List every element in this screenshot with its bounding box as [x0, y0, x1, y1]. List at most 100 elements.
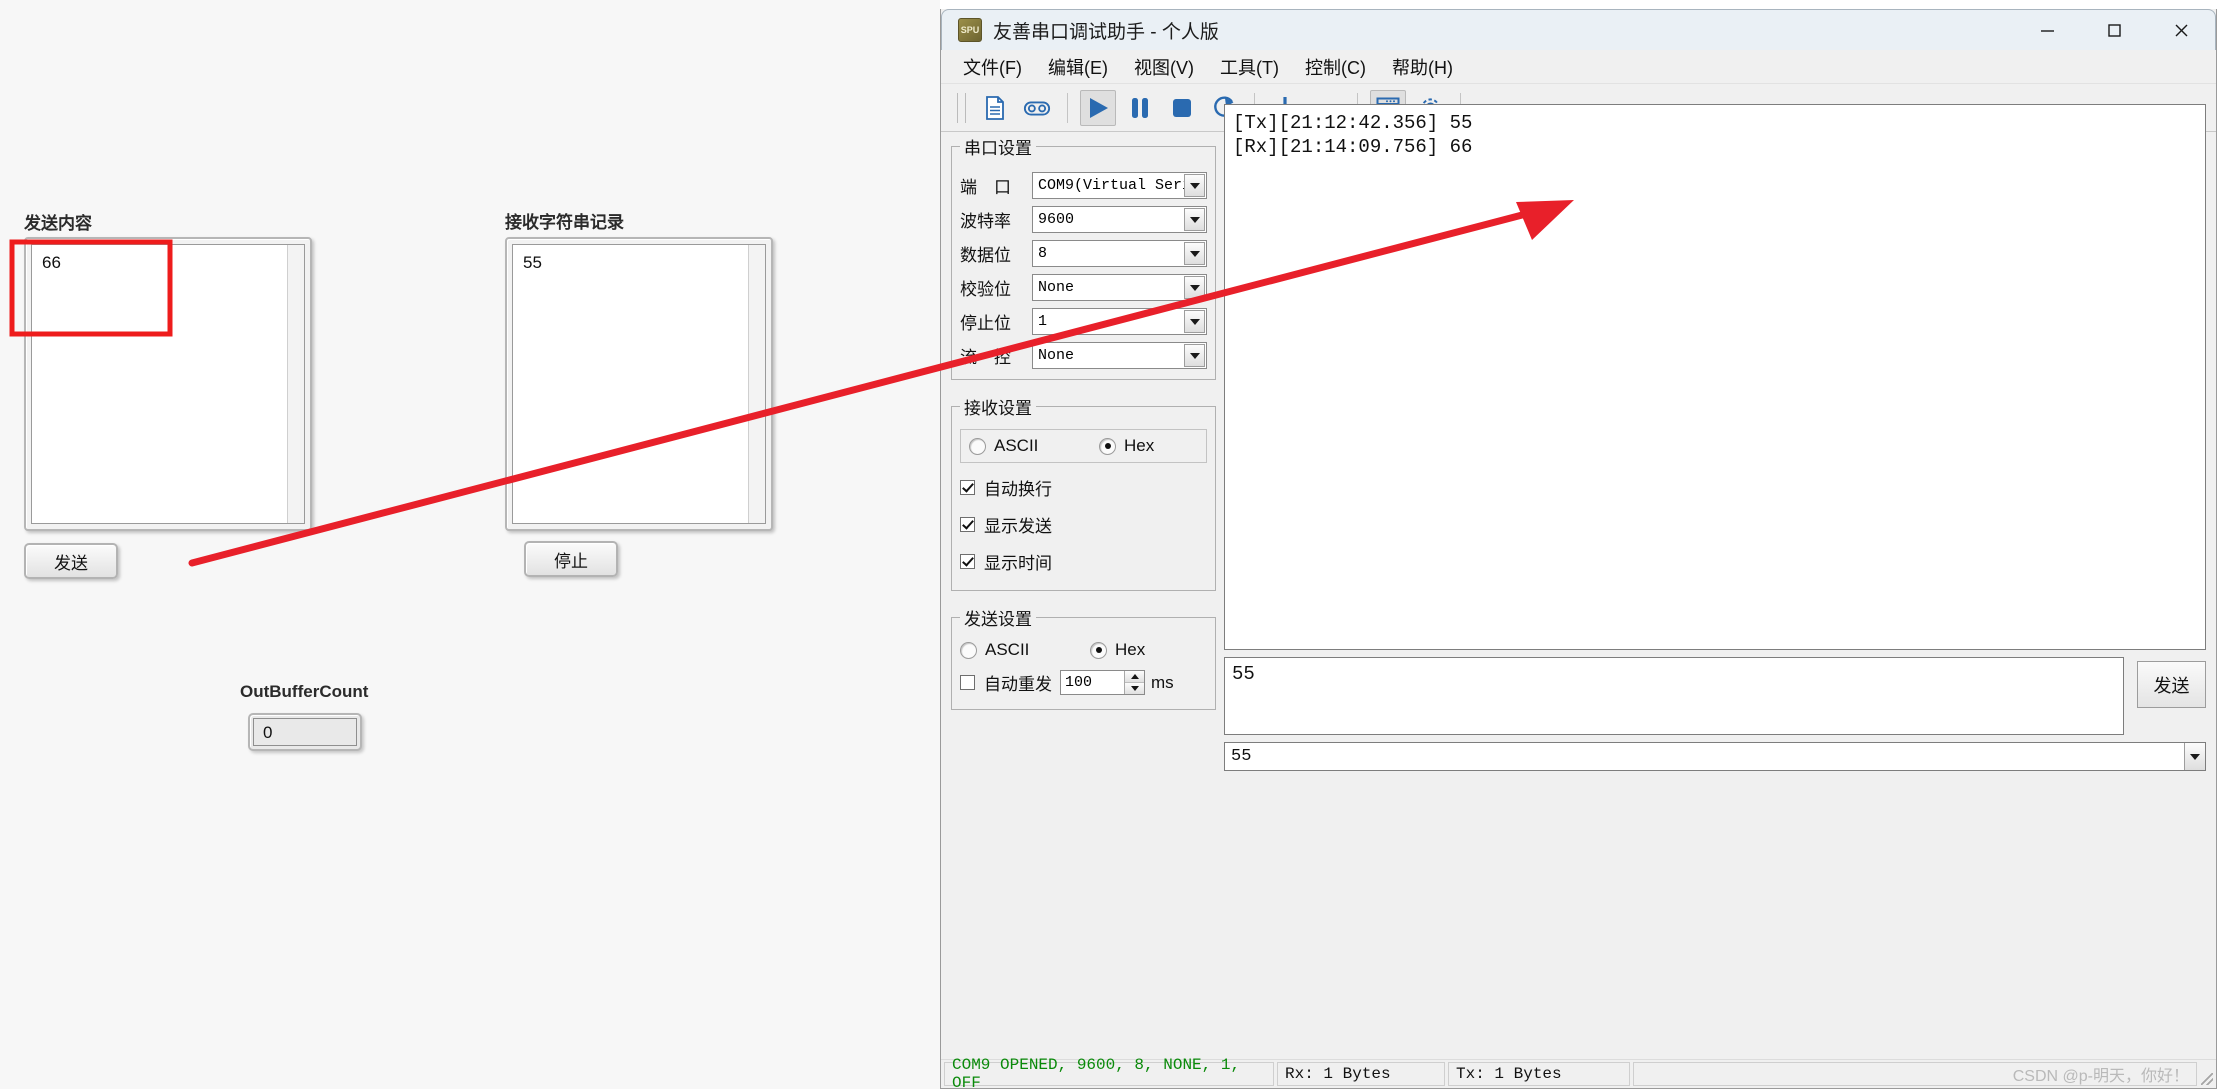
stop-button[interactable] — [1164, 90, 1200, 126]
outbuffer-count-label: OutBufferCount — [240, 682, 368, 702]
send-ascii-label: ASCII — [985, 640, 1029, 660]
left-send-button-label: 发送 — [54, 549, 88, 574]
window-titlebar[interactable]: SPU 友善串口调试助手 - 个人版 — [941, 9, 2216, 50]
checkbox-unchecked-icon — [960, 675, 975, 690]
databits-combobox[interactable]: 8 — [1032, 240, 1207, 267]
receive-settings-legend: 接收设置 — [960, 394, 1036, 419]
window-controls — [2014, 10, 2215, 50]
statusbar: COM9 OPENED, 9600, 8, NONE, 1, OFF Rx: 1… — [941, 1059, 2216, 1088]
receive-ascii-label: ASCII — [994, 436, 1038, 456]
send-settings-group: 发送设置 ASCII Hex 自动重发 100 — [951, 605, 1216, 710]
status-connection: COM9 OPENED, 9600, 8, NONE, 1, OFF — [944, 1062, 1274, 1086]
stopbits-label: 停止位 — [960, 309, 1032, 334]
document-icon — [982, 95, 1008, 121]
port-combobox[interactable]: COM9(Virtual Seria — [1032, 172, 1207, 199]
stepper-buttons[interactable] — [1124, 671, 1144, 694]
send-content-textbox[interactable]: 66 — [24, 237, 312, 531]
menubar: 文件(F) 编辑(E) 视图(V) 工具(T) 控制(C) 帮助(H) — [941, 50, 2216, 84]
chevron-down-icon[interactable] — [1184, 310, 1205, 333]
labview-serial-panel: 发送内容 66 发送 接收字符串记录 55 停止 OutBufferCount … — [0, 0, 940, 1089]
baudrate-combobox[interactable]: 9600 — [1032, 206, 1207, 233]
terminal-line: [Rx][21:14:09.756] 66 — [1233, 135, 2197, 159]
left-send-button[interactable]: 发送 — [24, 543, 118, 579]
baudrate-label: 波特率 — [960, 207, 1032, 232]
settings-column: 串口设置 端 口 COM9(Virtual Seria 波特率 9600 数据位 — [951, 134, 1216, 724]
terminal-output[interactable]: [Tx][21:12:42.356] 55 [Rx][21:14:09.756]… — [1224, 104, 2206, 650]
send-input-value: 55 — [1232, 663, 2116, 685]
serial-debug-assistant-window: SPU 友善串口调试助手 - 个人版 文件(F) 编辑(E) 视图(V) 工具(… — [940, 9, 2217, 1089]
resize-grip[interactable] — [2200, 1060, 2216, 1088]
chevron-down-icon[interactable] — [1184, 174, 1205, 197]
auto-wrap-checkbox[interactable]: 自动换行 — [960, 475, 1207, 500]
app-icon: SPU — [958, 18, 982, 42]
close-button[interactable] — [2148, 10, 2215, 50]
menu-file[interactable]: 文件(F) — [959, 52, 1026, 82]
record-icon — [1023, 94, 1051, 122]
field-baudrate: 波特率 9600 — [960, 206, 1207, 233]
auto-repeat-checkbox[interactable]: 自动重发 — [960, 670, 1052, 695]
field-flowcontrol: 流 控 None — [960, 342, 1207, 369]
chevron-down-icon[interactable] — [1184, 208, 1205, 231]
send-content-scrollbar[interactable] — [287, 245, 304, 523]
flowcontrol-label: 流 控 — [960, 343, 1032, 368]
maximize-button[interactable] — [2081, 10, 2148, 50]
send-button[interactable]: 发送 — [2137, 661, 2206, 708]
send-history-combobox[interactable]: 55 — [1224, 742, 2206, 771]
stop-icon — [1169, 95, 1195, 121]
recv-log-label: 接收字符串记录 — [505, 208, 624, 233]
field-parity: 校验位 None — [960, 274, 1207, 301]
maximize-icon — [2106, 22, 2123, 39]
chevron-down-icon[interactable] — [1184, 276, 1205, 299]
left-stop-button[interactable]: 停止 — [524, 541, 618, 577]
serial-settings-legend: 串口设置 — [960, 134, 1036, 159]
port-value: COM9(Virtual Seria — [1033, 177, 1200, 194]
recv-log-scrollbar[interactable] — [748, 245, 765, 523]
status-rx-bytes: Rx: 1 Bytes — [1277, 1062, 1445, 1086]
flowcontrol-value: None — [1033, 347, 1074, 364]
menu-edit[interactable]: 编辑(E) — [1044, 52, 1112, 82]
flowcontrol-combobox[interactable]: None — [1032, 342, 1207, 369]
repeat-interval-stepper[interactable]: 100 — [1060, 670, 1145, 695]
toolbar-separator — [1067, 93, 1068, 123]
receive-hex-radio[interactable]: Hex — [1099, 436, 1154, 456]
stopbits-combobox[interactable]: 1 — [1032, 308, 1207, 335]
status-tx-bytes: Tx: 1 Bytes — [1448, 1062, 1630, 1086]
menu-view[interactable]: 视图(V) — [1130, 52, 1198, 82]
menu-help[interactable]: 帮助(H) — [1388, 52, 1457, 82]
show-send-checkbox[interactable]: 显示发送 — [960, 512, 1207, 537]
send-settings-legend: 发送设置 — [960, 605, 1036, 630]
menu-control[interactable]: 控制(C) — [1301, 52, 1370, 82]
recv-log-textbox[interactable]: 55 — [505, 237, 773, 531]
stepper-up-icon[interactable] — [1125, 671, 1144, 683]
send-content-value: 66 — [32, 245, 304, 281]
minimize-icon — [2039, 22, 2056, 39]
radio-off-icon — [969, 438, 986, 455]
outbuffer-count-value: 0 — [253, 718, 357, 746]
new-document-button[interactable] — [977, 90, 1013, 126]
close-icon — [2172, 21, 2191, 40]
send-ascii-radio[interactable]: ASCII — [960, 640, 1090, 660]
stepper-down-icon[interactable] — [1125, 683, 1144, 694]
left-stop-button-label: 停止 — [554, 547, 588, 572]
chevron-down-icon[interactable] — [1184, 344, 1205, 367]
receive-ascii-radio[interactable]: ASCII — [969, 436, 1099, 456]
pause-button[interactable] — [1122, 90, 1158, 126]
chevron-down-icon[interactable] — [1184, 242, 1205, 265]
show-time-label: 显示时间 — [984, 549, 1052, 574]
repeat-interval-unit: ms — [1151, 673, 1174, 693]
show-time-checkbox[interactable]: 显示时间 — [960, 549, 1207, 574]
show-send-label: 显示发送 — [984, 512, 1052, 537]
play-icon — [1085, 95, 1111, 121]
toolbar-gripper[interactable] — [957, 93, 966, 123]
radio-on-icon — [1099, 438, 1116, 455]
start-button[interactable] — [1080, 90, 1116, 126]
send-history-value: 55 — [1225, 747, 2184, 766]
send-input[interactable]: 55 — [1224, 657, 2124, 735]
record-button[interactable] — [1019, 90, 1055, 126]
parity-combobox[interactable]: None — [1032, 274, 1207, 301]
minimize-button[interactable] — [2014, 10, 2081, 50]
field-databits: 数据位 8 — [960, 240, 1207, 267]
menu-tools[interactable]: 工具(T) — [1216, 52, 1283, 82]
send-hex-radio[interactable]: Hex — [1090, 640, 1145, 660]
chevron-down-icon[interactable] — [2184, 743, 2205, 770]
